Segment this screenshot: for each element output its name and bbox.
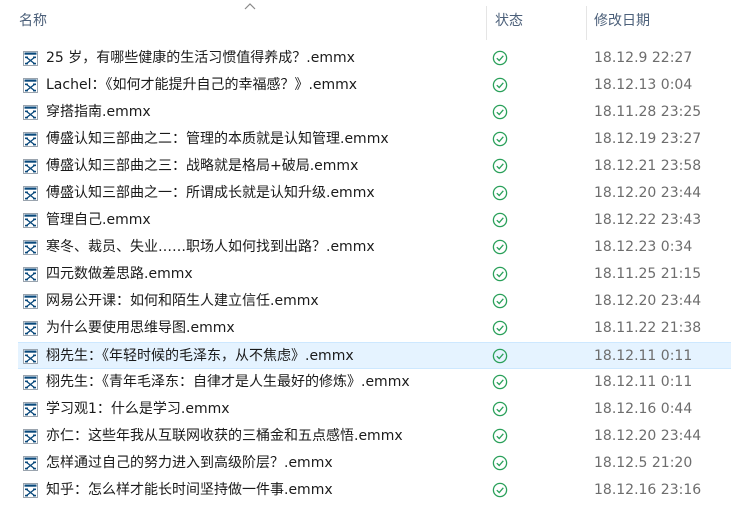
xmind-file-icon bbox=[23, 429, 38, 444]
file-date-modified: 18.12.20 23:44 bbox=[594, 293, 702, 309]
xmind-file-icon bbox=[23, 267, 38, 282]
synced-check-icon bbox=[492, 401, 508, 417]
file-row[interactable]: 四元数做差思路.emmx 18.11.25 21:15 bbox=[18, 261, 731, 288]
file-name[interactable]: 穿搭指南.emmx bbox=[46, 99, 151, 126]
file-row[interactable]: 学习观1：什么是学习.emmx 18.12.16 0:44 bbox=[18, 396, 731, 423]
file-date-modified: 18.12.16 23:16 bbox=[594, 482, 702, 498]
file-row[interactable]: Lachel：《如何才能提升自己的幸福感？》.emmx 18.12.13 0:04 bbox=[18, 72, 731, 99]
synced-check-icon bbox=[492, 374, 508, 390]
synced-check-icon bbox=[492, 293, 508, 309]
xmind-file-icon bbox=[23, 294, 38, 309]
file-row[interactable]: 穿搭指南.emmx 18.11.28 23:25 bbox=[18, 99, 731, 126]
file-name[interactable]: 25 岁，有哪些健康的生活习惯值得养成？.emmx bbox=[46, 45, 355, 72]
file-name[interactable]: 学习观1：什么是学习.emmx bbox=[46, 396, 230, 423]
file-row[interactable]: 寒冬、裁员、失业……职场人如何找到出路？.emmx 18.12.23 0:34 bbox=[18, 234, 731, 261]
file-name[interactable]: 傅盛认知三部曲之三：战略就是格局+破局.emmx bbox=[46, 153, 358, 180]
file-name[interactable]: 傅盛认知三部曲之一：所谓成长就是认知升级.emmx bbox=[46, 180, 375, 207]
file-name[interactable]: 四元数做差思路.emmx bbox=[46, 261, 193, 288]
xmind-file-icon bbox=[23, 321, 38, 336]
file-date-modified: 18.12.16 0:44 bbox=[594, 401, 693, 417]
synced-check-icon bbox=[492, 77, 508, 93]
column-header-status[interactable]: 状态 bbox=[487, 0, 586, 40]
file-explorer-list: 名称 状态 修改日期 25 岁，有哪些健康的生活习惯值得养成？.emmx 18.1… bbox=[0, 0, 731, 517]
synced-check-icon bbox=[492, 239, 508, 255]
file-date-modified: 18.11.28 23:25 bbox=[594, 104, 702, 120]
xmind-file-icon bbox=[23, 159, 38, 174]
synced-check-icon bbox=[492, 104, 508, 120]
file-row[interactable]: 网易公开课：如何和陌生人建立信任.emmx 18.12.20 23:44 bbox=[18, 288, 731, 315]
synced-check-icon bbox=[492, 158, 508, 174]
xmind-file-icon bbox=[23, 402, 38, 417]
file-date-modified: 18.12.19 23:27 bbox=[594, 131, 702, 147]
file-date-modified: 18.12.11 0:11 bbox=[594, 348, 693, 364]
synced-check-icon bbox=[492, 428, 508, 444]
xmind-file-icon bbox=[23, 375, 38, 390]
file-name[interactable]: 网易公开课：如何和陌生人建立信任.emmx bbox=[46, 288, 319, 315]
synced-check-icon bbox=[492, 482, 508, 498]
xmind-file-icon bbox=[23, 51, 38, 66]
file-date-modified: 18.12.23 0:34 bbox=[594, 239, 693, 255]
xmind-file-icon bbox=[23, 349, 38, 364]
file-date-modified: 18.11.22 21:38 bbox=[594, 320, 702, 336]
file-row[interactable]: 亦仁：这些年我从互联网收获的三桶金和五点感悟.emmx 18.12.20 23:4… bbox=[18, 423, 731, 450]
file-row[interactable]: 傅盛认知三部曲之一：所谓成长就是认知升级.emmx 18.12.20 23:44 bbox=[18, 180, 731, 207]
synced-check-icon bbox=[492, 131, 508, 147]
column-header-name[interactable]: 名称 bbox=[0, 0, 486, 40]
file-name[interactable]: 栩先生：《青年毛泽东：自律才是人生最好的修炼》.emmx bbox=[46, 369, 410, 396]
file-name[interactable]: 栩先生：《年轻时候的毛泽东，从不焦虑》.emmx bbox=[46, 343, 354, 370]
xmind-file-icon bbox=[23, 456, 38, 471]
file-row[interactable]: 栩先生：《年轻时候的毛泽东，从不焦虑》.emmx 18.12.11 0:11 bbox=[18, 342, 731, 369]
file-date-modified: 18.12.20 23:44 bbox=[594, 185, 702, 201]
synced-check-icon bbox=[492, 455, 508, 471]
file-name[interactable]: 管理自己.emmx bbox=[46, 207, 151, 234]
file-row[interactable]: 为什么要使用思维导图.emmx 18.11.22 21:38 bbox=[18, 315, 731, 342]
file-date-modified: 18.12.11 0:11 bbox=[594, 374, 693, 390]
file-date-modified: 18.12.20 23:44 bbox=[594, 428, 702, 444]
file-name[interactable]: 怎样通过自己的努力进入到高级阶层？.emmx bbox=[46, 450, 333, 477]
file-name[interactable]: 亦仁：这些年我从互联网收获的三桶金和五点感悟.emmx bbox=[46, 423, 403, 450]
file-date-modified: 18.12.13 0:04 bbox=[594, 77, 693, 93]
file-name[interactable]: Lachel：《如何才能提升自己的幸福感？》.emmx bbox=[46, 72, 357, 99]
file-date-modified: 18.12.9 22:27 bbox=[594, 50, 693, 66]
synced-check-icon bbox=[492, 212, 508, 228]
file-row[interactable]: 傅盛认知三部曲之二：管理的本质就是认知管理.emmx 18.12.19 23:27 bbox=[18, 126, 731, 153]
synced-check-icon bbox=[492, 348, 508, 364]
xmind-file-icon bbox=[23, 132, 38, 147]
file-name[interactable]: 知乎：怎么样才能长时间坚持做一件事.emmx bbox=[46, 477, 333, 504]
xmind-file-icon bbox=[23, 213, 38, 228]
xmind-file-icon bbox=[23, 186, 38, 201]
file-row[interactable]: 25 岁，有哪些健康的生活习惯值得养成？.emmx 18.12.9 22:27 bbox=[18, 45, 731, 72]
file-row[interactable]: 栩先生：《青年毛泽东：自律才是人生最好的修炼》.emmx 18.12.11 0:1… bbox=[18, 369, 731, 396]
xmind-file-icon bbox=[23, 78, 38, 93]
file-row[interactable]: 怎样通过自己的努力进入到高级阶层？.emmx 18.12.5 21:20 bbox=[18, 450, 731, 477]
file-date-modified: 18.12.5 21:20 bbox=[594, 455, 693, 471]
column-header-date-modified[interactable]: 修改日期 bbox=[587, 0, 731, 40]
file-date-modified: 18.12.21 23:58 bbox=[594, 158, 702, 174]
file-row[interactable]: 傅盛认知三部曲之三：战略就是格局+破局.emmx 18.12.21 23:58 bbox=[18, 153, 731, 180]
xmind-file-icon bbox=[23, 105, 38, 120]
xmind-file-icon bbox=[23, 483, 38, 498]
synced-check-icon bbox=[492, 266, 508, 282]
file-date-modified: 18.12.22 23:43 bbox=[594, 212, 702, 228]
column-header-bar: 名称 状态 修改日期 bbox=[0, 0, 731, 40]
file-row[interactable]: 管理自己.emmx 18.12.22 23:43 bbox=[18, 207, 731, 234]
xmind-file-icon bbox=[23, 240, 38, 255]
file-name[interactable]: 寒冬、裁员、失业……职场人如何找到出路？.emmx bbox=[46, 234, 375, 261]
file-date-modified: 18.11.25 21:15 bbox=[594, 266, 702, 282]
file-row[interactable]: 知乎：怎么样才能长时间坚持做一件事.emmx 18.12.16 23:16 bbox=[18, 477, 731, 504]
file-name[interactable]: 为什么要使用思维导图.emmx bbox=[46, 315, 235, 342]
file-rows: 25 岁，有哪些健康的生活习惯值得养成？.emmx 18.12.9 22:27 La… bbox=[18, 45, 731, 504]
synced-check-icon bbox=[492, 50, 508, 66]
synced-check-icon bbox=[492, 185, 508, 201]
synced-check-icon bbox=[492, 320, 508, 336]
file-name[interactable]: 傅盛认知三部曲之二：管理的本质就是认知管理.emmx bbox=[46, 126, 389, 153]
